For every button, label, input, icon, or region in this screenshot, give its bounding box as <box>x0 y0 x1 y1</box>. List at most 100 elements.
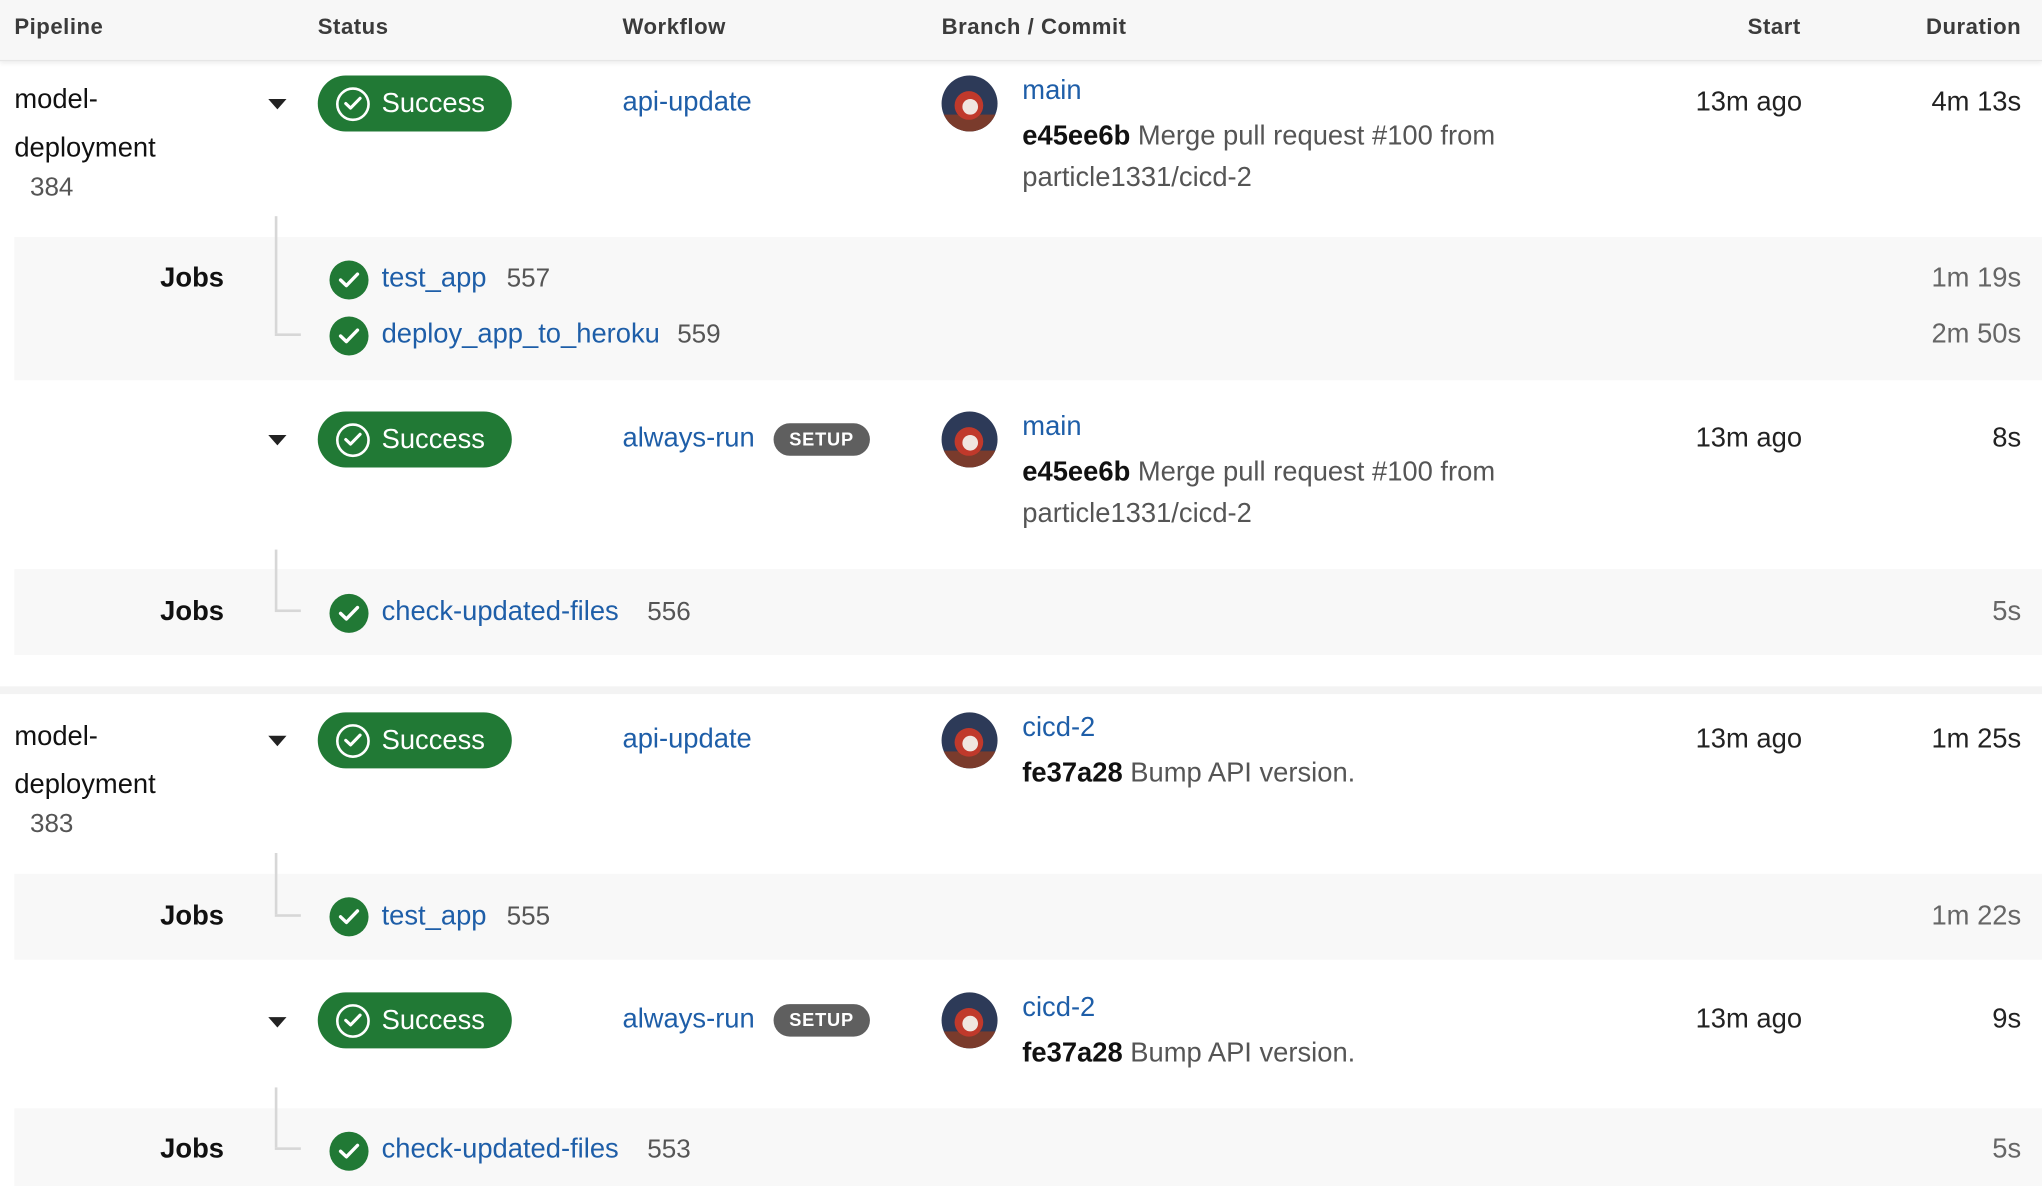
status-label: Success <box>381 87 485 118</box>
project-name-line1: model- <box>14 721 98 752</box>
commit-message: Bump API version. <box>1130 1037 1356 1068</box>
commit-info[interactable]: e45ee6b Merge pull request #100 from par… <box>1022 452 1569 535</box>
pipeline-number: 384 <box>29 173 74 202</box>
tree-branch <box>274 333 301 336</box>
tree-line <box>274 549 278 610</box>
status-label: Success <box>381 1004 485 1035</box>
project-name-line1: model- <box>14 84 98 115</box>
commit-info[interactable]: e45ee6b Merge pull request #100 from par… <box>1022 116 1569 199</box>
pipeline-number: 383 <box>29 810 74 839</box>
start-time: 13m ago <box>1695 1004 1803 1035</box>
project-name-line2: deployment <box>14 769 156 800</box>
workflow-link[interactable]: api-update <box>622 87 751 118</box>
workflow-link[interactable]: api-update <box>622 724 751 755</box>
setup-badge: SETUP <box>773 1004 870 1037</box>
commit-sha: fe37a28 <box>1022 1037 1123 1068</box>
job-link[interactable]: test_app <box>382 263 487 294</box>
commit-message: Bump API version. <box>1130 757 1356 788</box>
branch-link[interactable]: cicd-2 <box>1022 992 1095 1023</box>
workflow-link[interactable]: always-run <box>622 423 754 454</box>
column-pipeline: Pipeline <box>14 14 104 40</box>
job-link[interactable]: deploy_app_to_heroku <box>382 319 660 350</box>
job-duration: 2m 50s <box>1931 319 2022 350</box>
job-number: 556 <box>647 597 691 627</box>
caret-down-icon[interactable] <box>268 98 287 110</box>
job-link[interactable]: test_app <box>382 901 487 932</box>
pipeline-separator <box>0 686 2042 695</box>
job-number: 555 <box>506 902 551 932</box>
jobs-band <box>14 569 2042 656</box>
check-circle-icon <box>329 1131 369 1171</box>
column-branch-commit: Branch / Commit <box>941 14 1127 40</box>
jobs-band <box>14 873 2042 960</box>
pipelines-table: Pipeline Status Workflow Branch / Commit… <box>0 0 2042 1186</box>
caret-down-icon[interactable] <box>268 1017 287 1028</box>
status-label: Success <box>381 724 485 755</box>
jobs-band <box>14 1108 2042 1186</box>
status-badge[interactable]: Success <box>317 992 512 1049</box>
job-duration: 5s <box>1992 596 2022 627</box>
job-link[interactable]: check-updated-files <box>382 596 619 627</box>
tree-line <box>274 216 278 334</box>
jobs-label: Jobs <box>160 901 225 932</box>
check-circle-icon <box>335 1003 370 1038</box>
job-duration: 1m 19s <box>1931 263 2022 294</box>
avatar <box>941 75 998 132</box>
jobs-label: Jobs <box>160 263 225 294</box>
avatar <box>941 411 998 468</box>
pipeline-project[interactable]: model- deployment <box>14 712 155 808</box>
job-duration: 1m 22s <box>1931 901 2022 932</box>
tree-branch <box>274 1147 301 1150</box>
commit-sha: e45ee6b <box>1022 457 1131 488</box>
check-circle-icon <box>335 86 370 121</box>
avatar <box>941 992 998 1049</box>
job-number: 557 <box>506 264 551 294</box>
check-circle-icon <box>329 316 369 356</box>
caret-down-icon[interactable] <box>268 735 287 747</box>
status-label: Success <box>381 423 485 454</box>
job-number: 553 <box>647 1135 691 1165</box>
tree-branch <box>274 914 301 917</box>
check-circle-icon <box>329 260 369 300</box>
start-time: 13m ago <box>1695 423 1803 454</box>
job-link[interactable]: check-updated-files <box>382 1134 619 1165</box>
column-status: Status <box>317 14 389 40</box>
duration: 9s <box>1992 1004 2022 1035</box>
branch-link[interactable]: main <box>1022 76 1081 107</box>
status-badge[interactable]: Success <box>317 411 512 468</box>
workflow-link[interactable]: always-run <box>622 1004 754 1035</box>
project-name-line2: deployment <box>14 132 156 163</box>
commit-sha: fe37a28 <box>1022 757 1123 788</box>
duration: 8s <box>1992 423 2022 454</box>
tree-branch <box>274 609 301 613</box>
branch-link[interactable]: main <box>1022 412 1081 443</box>
pipeline-project[interactable]: model- deployment <box>14 76 155 172</box>
column-duration: Duration <box>1925 14 2022 40</box>
check-circle-icon <box>335 422 370 457</box>
job-number: 559 <box>677 320 721 350</box>
tree-line <box>274 1087 278 1148</box>
commit-info[interactable]: fe37a28 Bump API version. <box>1022 753 1569 795</box>
commit-sha: e45ee6b <box>1022 121 1131 152</box>
job-duration: 5s <box>1992 1134 2022 1165</box>
check-circle-icon <box>335 723 370 758</box>
duration: 1m 25s <box>1931 724 2022 755</box>
status-badge[interactable]: Success <box>317 712 512 769</box>
avatar <box>941 712 998 769</box>
column-start: Start <box>1747 14 1801 40</box>
start-time: 13m ago <box>1695 87 1803 118</box>
check-circle-icon <box>329 593 369 633</box>
jobs-label: Jobs <box>160 596 225 627</box>
commit-info[interactable]: fe37a28 Bump API version. <box>1022 1033 1569 1075</box>
branch-link[interactable]: cicd-2 <box>1022 712 1095 743</box>
status-badge[interactable]: Success <box>317 75 512 132</box>
caret-down-icon[interactable] <box>268 434 287 446</box>
check-circle-icon <box>329 897 369 937</box>
setup-badge: SETUP <box>773 423 870 456</box>
start-time: 13m ago <box>1695 724 1803 755</box>
duration: 4m 13s <box>1931 87 2022 118</box>
jobs-label: Jobs <box>160 1134 225 1165</box>
table-header: Pipeline Status Workflow Branch / Commit… <box>0 0 2042 62</box>
jobs-band <box>14 237 2042 381</box>
column-workflow: Workflow <box>622 14 726 40</box>
